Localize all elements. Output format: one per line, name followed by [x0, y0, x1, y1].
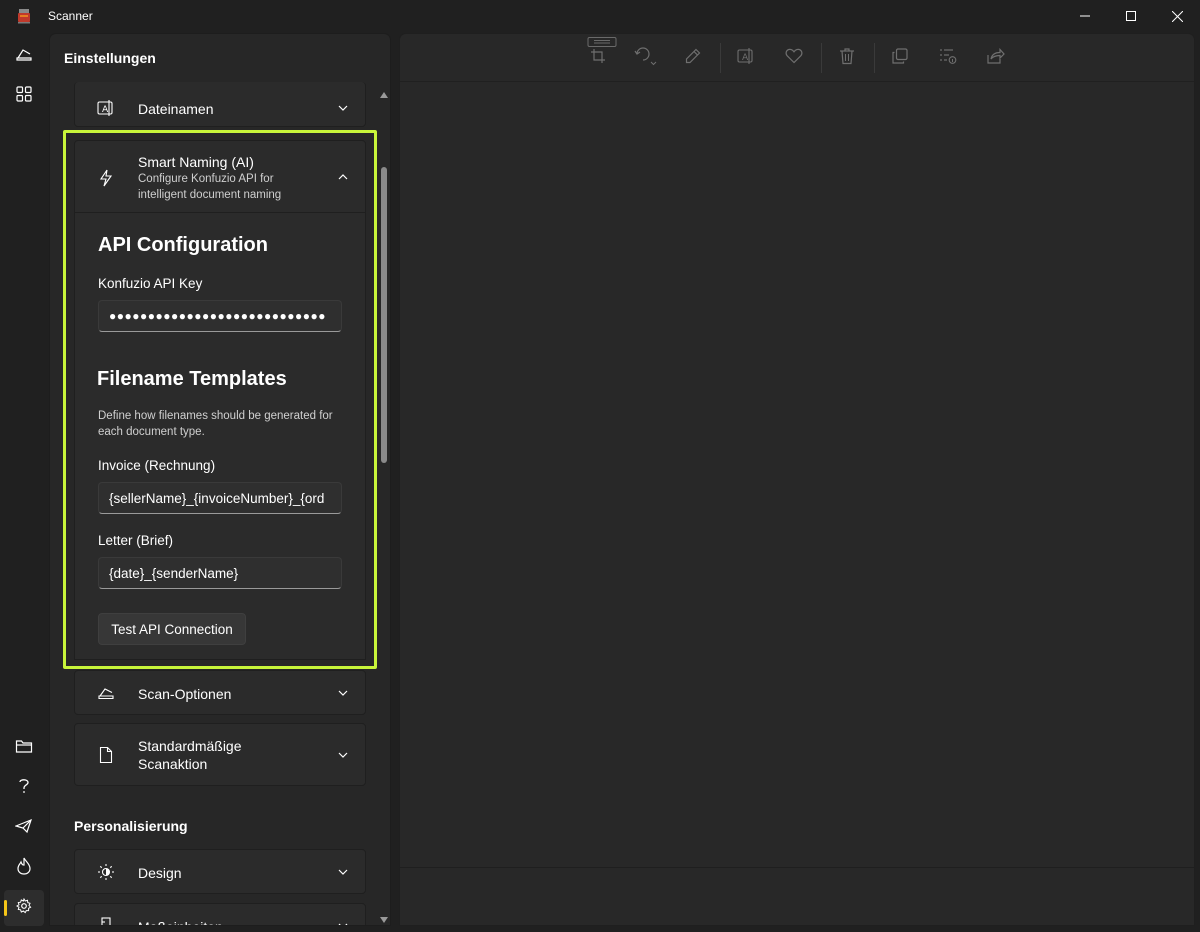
- settings-scroll-area[interactable]: A Dateinamen Smart Naming (AI) Configure…: [50, 82, 390, 925]
- rail-help-button[interactable]: [4, 770, 44, 806]
- invoice-label: Invoice (Rechnung): [98, 458, 216, 473]
- toolbar-separator: [720, 43, 721, 73]
- chevron-down-icon: [337, 749, 349, 761]
- ruler-icon: [97, 917, 115, 925]
- api-config-heading: API Configuration: [98, 234, 268, 256]
- favorite-button[interactable]: [778, 42, 810, 74]
- design-title: Design: [138, 865, 182, 881]
- annotate-button[interactable]: [677, 42, 709, 74]
- svg-text:A: A: [102, 105, 109, 115]
- share-icon: [987, 47, 1005, 69]
- delete-button[interactable]: [831, 42, 863, 74]
- design-card[interactable]: Design: [74, 849, 366, 894]
- flame-icon: [17, 857, 31, 880]
- api-key-label: Konfuzio API Key: [98, 276, 203, 291]
- rail-feedback-button[interactable]: [4, 810, 44, 846]
- rail-gallery-button[interactable]: [4, 78, 44, 114]
- trash-icon: [839, 47, 855, 70]
- invoice-template-input[interactable]: {sellerName}_{invoiceNumber}_{ord: [98, 482, 342, 514]
- list-info-icon: [939, 47, 957, 70]
- rename-icon: A: [97, 99, 115, 117]
- rail-folder-button[interactable]: [4, 730, 44, 766]
- chevron-down-icon: [337, 102, 349, 114]
- letter-template-input[interactable]: {date}_{senderName}: [98, 557, 342, 589]
- scan-options-card[interactable]: Scan-Optionen: [74, 670, 366, 715]
- test-api-connection-button[interactable]: Test API Connection: [98, 613, 246, 645]
- heart-icon: [785, 48, 803, 69]
- smart-naming-card-header[interactable]: Smart Naming (AI) Configure Konfuzio API…: [74, 140, 366, 213]
- chevron-down-icon: [337, 687, 349, 699]
- copy-icon: [892, 47, 908, 69]
- title-bar: Scanner: [0, 0, 1200, 32]
- scanner-icon: [15, 45, 33, 68]
- lightning-icon: [97, 169, 115, 187]
- rename-button[interactable]: A: [730, 42, 762, 74]
- scroll-down-arrow-icon[interactable]: [380, 911, 388, 923]
- rail-whats-new-button[interactable]: [4, 850, 44, 886]
- dateinamen-card[interactable]: A Dateinamen: [74, 82, 366, 127]
- scrollbar-thumb[interactable]: [381, 167, 387, 463]
- rail-settings-button[interactable]: [4, 890, 44, 926]
- help-icon: [17, 777, 31, 800]
- filename-templates-heading: Filename Templates: [97, 368, 287, 390]
- smart-naming-title: Smart Naming (AI): [138, 154, 254, 170]
- gear-icon: [16, 897, 32, 919]
- chevron-up-icon: [337, 171, 349, 183]
- share-button[interactable]: [980, 42, 1012, 74]
- personalization-heading: Personalisierung: [74, 818, 188, 834]
- scroll-up-arrow-icon[interactable]: [380, 86, 388, 98]
- chevron-down-icon: [337, 866, 349, 878]
- rotate-button[interactable]: [630, 42, 662, 74]
- rotate-icon: [633, 45, 659, 72]
- maximize-button[interactable]: [1108, 0, 1154, 32]
- scanner-app-icon: [16, 8, 32, 24]
- scan-options-title: Scan-Optionen: [138, 686, 232, 702]
- settings-pane: Einstellungen A Dateinamen Smart Naming …: [49, 33, 391, 926]
- folder-icon: [15, 738, 33, 759]
- toolbar-separator: [821, 43, 822, 73]
- extract-text-button[interactable]: [932, 42, 964, 74]
- active-indicator: [4, 900, 7, 916]
- grid-icon: [16, 85, 32, 107]
- templates-description: Define how filenames should be generated…: [98, 410, 333, 438]
- dateinamen-title: Dateinamen: [138, 101, 214, 117]
- crop-button[interactable]: [582, 42, 614, 74]
- close-button[interactable]: [1154, 0, 1200, 32]
- chevron-down-icon: [337, 920, 349, 925]
- copy-button[interactable]: [884, 42, 916, 74]
- units-card[interactable]: Maßeinheiten: [74, 903, 366, 925]
- scanner-icon: [97, 684, 115, 702]
- brightness-icon: [97, 863, 115, 881]
- smart-naming-description: Configure Konfuzio API for intelligent d…: [138, 173, 282, 201]
- bottom-divider: [400, 867, 1194, 868]
- api-key-input[interactable]: ●●●●●●●●●●●●●●●●●●●●●●●●●●●●: [98, 300, 342, 332]
- toolbar: A: [400, 34, 1194, 82]
- units-title: Maßeinheiten: [138, 918, 223, 925]
- pen-icon: [685, 48, 701, 69]
- settings-header: Einstellungen: [64, 50, 156, 66]
- main-preview-pane: A: [399, 33, 1195, 926]
- letter-label: Letter (Brief): [98, 533, 174, 548]
- toolbar-separator: [874, 43, 875, 73]
- window-title: Scanner: [48, 9, 93, 23]
- default-scan-action-title-2: Scanaktion: [138, 756, 208, 772]
- rename-icon: A: [737, 47, 755, 70]
- document-icon: [97, 746, 115, 764]
- rail-scan-button[interactable]: [4, 38, 44, 74]
- crop-icon: [590, 48, 606, 69]
- default-scan-action-card[interactable]: Standardmäßige Scanaktion: [74, 723, 366, 786]
- default-scan-action-title-1: Standardmäßige: [138, 738, 242, 754]
- feedback-icon: [14, 818, 33, 839]
- minimize-button[interactable]: [1062, 0, 1108, 32]
- svg-text:A: A: [742, 53, 749, 63]
